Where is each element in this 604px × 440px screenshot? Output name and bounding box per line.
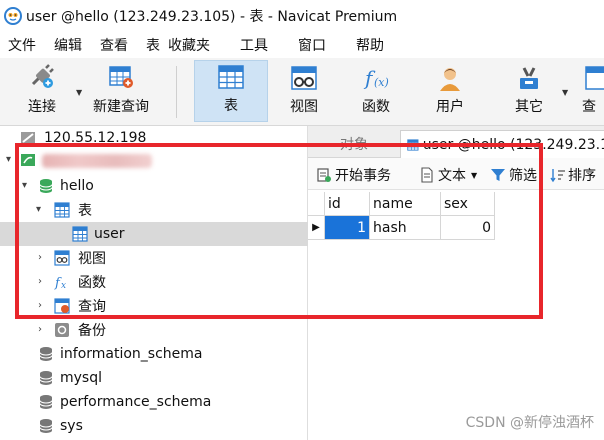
grid-cell-name[interactable]: hash [370, 216, 441, 240]
begin-transaction-button[interactable]: 开始事务 [316, 164, 391, 186]
table-button[interactable]: 表 [194, 60, 268, 122]
sort-button[interactable]: 排序 [550, 164, 596, 186]
filter-button[interactable]: 筛选 [490, 164, 537, 186]
menu-favorites[interactable]: 收藏夹 [168, 35, 210, 55]
table-toolbar: 开始事务 文本 ▼ 筛选 排序 [308, 158, 604, 190]
tab-user-table[interactable]: user @hello (123.249.23.1 [400, 130, 604, 158]
tree-item-functions[interactable]: › f x 函数 [0, 270, 308, 294]
view-icon [54, 250, 70, 266]
menu-edit[interactable]: 编辑 [54, 35, 82, 55]
tree-item-db-hello[interactable]: ▾ hello [0, 174, 308, 198]
tree-item-connection-blurred[interactable]: ▾ [0, 148, 308, 172]
tree-item-db-sys[interactable]: sys [0, 414, 308, 438]
menu-table[interactable]: 表 [146, 35, 160, 55]
main-toolbar: 连接 ▼ 新建查询 表 视图 f (x) 函数 用户 其它 ▼ 查 [0, 58, 604, 126]
transaction-icon [317, 168, 331, 182]
new-query-button[interactable]: 新建查询 [88, 60, 154, 122]
new-query-icon [109, 66, 133, 88]
database-icon [39, 179, 53, 193]
mysql-connection-icon [21, 154, 35, 166]
chevron-down-icon[interactable]: ▼ [471, 171, 477, 180]
tree-item-backups[interactable]: › 备份 [0, 318, 308, 342]
tree-item-db-information-schema[interactable]: information_schema [0, 342, 308, 366]
view-button[interactable]: 视图 [274, 60, 334, 122]
column-header-name[interactable]: name [370, 192, 441, 216]
connect-button[interactable]: 连接 [14, 60, 70, 122]
chevron-right-icon[interactable]: › [38, 276, 42, 287]
database-icon [39, 347, 53, 361]
chevron-down-icon[interactable]: ▾ [6, 154, 11, 165]
main-panel: 对象 user @hello (123.249.23.1 开始事务 文本 ▼ 筛… [308, 126, 604, 440]
grid-corner [308, 192, 325, 216]
tree-item-table-user[interactable]: user [0, 222, 308, 246]
table-icon [218, 65, 244, 89]
document-icon [421, 167, 433, 183]
text-button[interactable]: 文本 ▼ [420, 164, 477, 186]
connection-icon [21, 132, 35, 144]
database-icon [39, 395, 53, 409]
column-header-id[interactable]: id [325, 192, 370, 216]
svg-text:(x): (x) [374, 76, 389, 89]
tree-item-views[interactable]: › 视图 [0, 246, 308, 270]
user-icon [440, 68, 460, 91]
title-bar: user @hello (123.249.23.105) - 表 - Navic… [0, 0, 604, 32]
menu-tools[interactable]: 工具 [240, 35, 268, 55]
chevron-down-icon[interactable]: ▾ [22, 180, 27, 191]
query-icon [585, 66, 604, 90]
function-icon: f (x) [363, 66, 389, 90]
watermark: CSDN @新停浊酒杯 [465, 415, 594, 431]
plug-icon [31, 64, 54, 88]
chevron-down-icon[interactable]: ▾ [36, 204, 41, 215]
tab-bar: 对象 user @hello (123.249.23.1 [308, 126, 604, 158]
tree-item-db-mysql[interactable]: mysql [0, 366, 308, 390]
column-header-sex[interactable]: sex [441, 192, 495, 216]
data-grid: id name sex ▶ 1 hash 0 [308, 192, 604, 440]
database-icon [39, 419, 53, 433]
other-button[interactable]: 其它 [500, 60, 558, 122]
connection-tree: 120.55.12.198 ▾ ▾ hello ▾ 表 user › 视图 › … [0, 126, 308, 440]
table-icon [72, 226, 88, 242]
menu-window[interactable]: 窗口 [298, 35, 326, 55]
tree-item-tables[interactable]: ▾ 表 [0, 198, 308, 222]
menu-view[interactable]: 查看 [100, 35, 128, 55]
tree-item-connection-ip[interactable]: 120.55.12.198 [0, 126, 308, 150]
svg-text:x: x [61, 281, 66, 290]
menu-file[interactable]: 文件 [8, 35, 36, 55]
other-dropdown-arrow-icon[interactable]: ▼ [562, 88, 568, 97]
navicat-window: user @hello (123.249.23.105) - 表 - Navic… [0, 0, 604, 440]
redacted-connection-name [42, 154, 152, 168]
connect-dropdown-arrow-icon[interactable]: ▼ [76, 88, 82, 97]
navicat-logo-icon [4, 7, 22, 25]
toolbar-separator [176, 66, 177, 118]
table-icon [407, 138, 419, 151]
row-pointer-icon: ▶ [308, 216, 325, 240]
tools-icon [520, 67, 538, 89]
backup-icon [55, 323, 69, 337]
function-icon: f x [54, 276, 66, 290]
grid-cell-sex[interactable]: 0 [441, 216, 495, 240]
sort-icon [550, 169, 565, 183]
chevron-right-icon[interactable]: › [38, 300, 42, 311]
function-button[interactable]: f (x) 函数 [346, 60, 406, 122]
tab-objects[interactable]: 对象 [308, 130, 400, 158]
grid-cell-id[interactable]: 1 [325, 216, 370, 240]
chevron-right-icon[interactable]: › [38, 324, 42, 335]
chevron-right-icon[interactable]: › [38, 252, 42, 263]
tree-item-db-performance-schema[interactable]: performance_schema [0, 390, 308, 414]
menu-bar: 文件 编辑 查看 表 收藏夹 工具 窗口 帮助 [0, 32, 604, 58]
query-icon [54, 298, 70, 314]
view-icon [291, 66, 317, 90]
database-icon [39, 371, 53, 385]
menu-help[interactable]: 帮助 [356, 35, 384, 55]
tree-item-queries[interactable]: › 查询 [0, 294, 308, 318]
query-button[interactable]: 查 [582, 60, 604, 122]
table-icon [54, 202, 70, 218]
window-title: user @hello (123.249.23.105) - 表 - Navic… [26, 9, 398, 25]
filter-icon [491, 169, 505, 181]
user-button[interactable]: 用户 [420, 60, 480, 122]
